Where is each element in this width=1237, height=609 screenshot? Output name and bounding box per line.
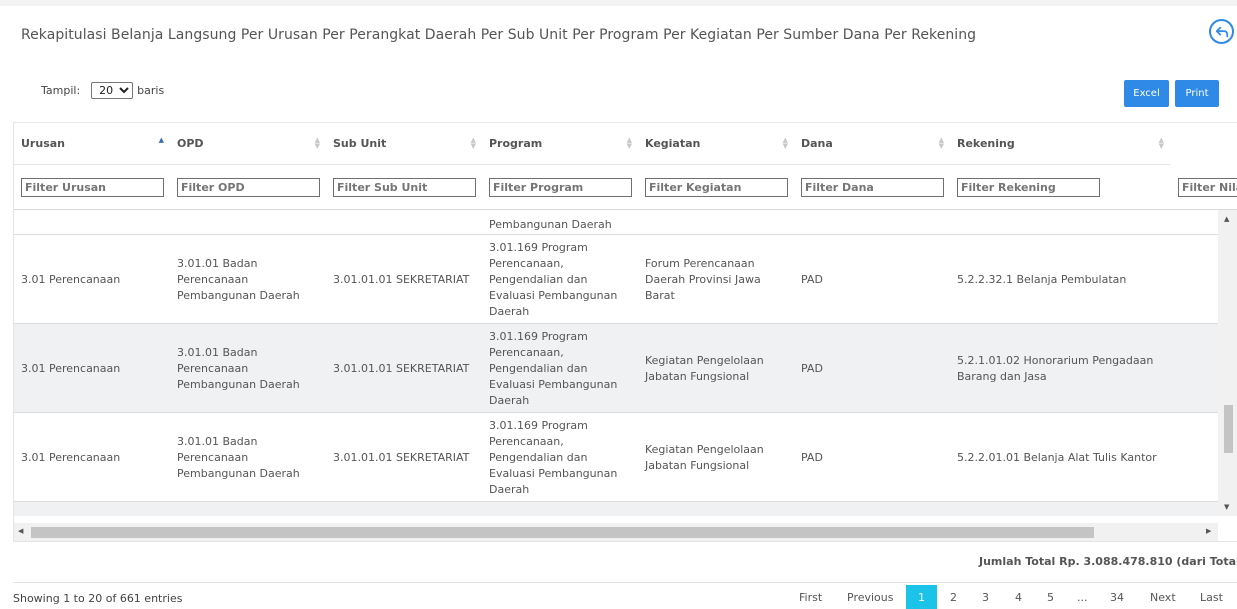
entries-info: Showing 1 to 20 of 661 entries bbox=[13, 592, 183, 605]
pagination-previous[interactable]: Previous bbox=[847, 586, 894, 608]
sort-icon: ▲ ▼ bbox=[470, 136, 476, 150]
scroll-right-icon[interactable]: ▶ bbox=[1206, 527, 1211, 535]
total-summary: Jumlah Total Rp. 3.088.478.810 (dari Tot… bbox=[979, 555, 1237, 568]
cell-rekening: 5.2.2.01.01 Belanja Alat Tulis Kantor bbox=[957, 450, 1157, 464]
column-header-program[interactable]: Program ▲ ▼ bbox=[482, 123, 638, 165]
column-header-label: Dana bbox=[801, 137, 833, 150]
column-header-label: Kegiatan bbox=[645, 137, 701, 150]
sort-icon: ▲ ▼ bbox=[1158, 136, 1164, 150]
cell-program: Pembangunan Daerah bbox=[489, 218, 612, 231]
back-arrow-icon bbox=[1215, 26, 1228, 37]
pagination-page[interactable]: 4 bbox=[1015, 586, 1022, 608]
pagination-last[interactable]: Last bbox=[1200, 586, 1223, 608]
column-header-label: Rekening bbox=[957, 137, 1015, 150]
sort-asc-icon: ▲ bbox=[158, 136, 164, 144]
print-button[interactable]: Print bbox=[1175, 80, 1219, 107]
column-header-label: Program bbox=[489, 137, 543, 150]
cell-kegiatan: Kegiatan Pengelolaan Jabatan Fungsional bbox=[645, 353, 764, 383]
cell-subunit: 3.01.01.01 SEKRETARIAT bbox=[333, 272, 470, 286]
page-title: Rekapitulasi Belanja Langsung Per Urusan… bbox=[21, 27, 977, 43]
sort-icon: ▲ ▼ bbox=[626, 136, 632, 150]
filter-rekening-input[interactable] bbox=[957, 178, 1100, 197]
sort-icon: ▲ ▼ bbox=[938, 136, 944, 150]
filter-dana-input[interactable] bbox=[801, 178, 944, 197]
table-row[interactable]: 3.01 Perencanaan 3.01.01 Badan Perencana… bbox=[14, 413, 1218, 502]
column-header-label: Sub Unit bbox=[333, 137, 387, 150]
sort-icon: ▲ ▼ bbox=[782, 136, 788, 150]
pagination-first[interactable]: First bbox=[799, 586, 822, 608]
cell-program: 3.01.169 Program Perencanaan, Pengendali… bbox=[489, 240, 618, 318]
cell-opd: ... bbox=[170, 210, 326, 235]
cell-opd: 3.01.01 Badan Perencanaan Pembangunan Da… bbox=[177, 434, 300, 480]
cell-dana: PAD bbox=[801, 450, 823, 464]
table-header: Urusan ▲ OPD ▲ ▼ Sub Unit ▲ ▼ Program ▲ ▼ K… bbox=[14, 122, 1237, 210]
horizontal-scrollbar[interactable]: ◀ ▶ bbox=[14, 523, 1218, 541]
length-label: Tampil: bbox=[41, 84, 81, 97]
cell-dana: PAD bbox=[801, 272, 823, 286]
table-row-partial[interactable]: 3.01.169 Program bbox=[14, 502, 1218, 516]
cell-subunit: 3.01.01.01 SEKRETARIAT bbox=[333, 450, 470, 464]
top-strip bbox=[0, 0, 1237, 6]
cell-rekening: 5.2.2.32.1 Belanja Pembulatan bbox=[957, 272, 1127, 286]
pagination-next[interactable]: Next bbox=[1150, 586, 1176, 608]
filter-program-input[interactable] bbox=[489, 178, 632, 197]
horizontal-scroll-thumb[interactable] bbox=[31, 527, 1094, 538]
cell-kegiatan: Forum Perencanaan Daerah Provinsi Jawa B… bbox=[645, 256, 761, 302]
column-header-subunit[interactable]: Sub Unit ▲ ▼ bbox=[326, 123, 482, 165]
filter-nilai-input[interactable] bbox=[1178, 178, 1237, 197]
vertical-scrollbar[interactable]: ▲ ▼ bbox=[1218, 210, 1237, 516]
length-suffix: baris bbox=[137, 84, 165, 97]
pagination-page[interactable]: 34 bbox=[1110, 586, 1124, 608]
filter-subunit-input[interactable] bbox=[333, 178, 476, 197]
pagination-page[interactable]: 5 bbox=[1047, 586, 1054, 608]
table-row[interactable]: 3.01 Perencanaan 3.01.01 Badan Perencana… bbox=[14, 235, 1218, 324]
column-header-kegiatan[interactable]: Kegiatan ▲ ▼ bbox=[638, 123, 794, 165]
cell-program: 3.01.169 Program Perencanaan, Pengendali… bbox=[489, 329, 618, 407]
table-row[interactable]: 3.01 Perencanaan 3.01.01 Badan Perencana… bbox=[14, 324, 1218, 413]
column-header-label: OPD bbox=[177, 137, 204, 150]
column-header-urusan[interactable]: Urusan ▲ bbox=[14, 123, 170, 165]
cell-urusan: 3.01 Perencanaan bbox=[21, 272, 121, 286]
scroll-down-icon[interactable]: ▼ bbox=[1224, 503, 1229, 511]
cell-program: 3.01.169 Program bbox=[482, 502, 632, 516]
cell-dana: PAD bbox=[801, 361, 823, 375]
column-header-label: Urusan bbox=[21, 137, 65, 150]
filter-kegiatan-input[interactable] bbox=[645, 178, 788, 197]
sort-icon: ▲ ▼ bbox=[314, 136, 320, 150]
cell-opd: 3.01.01 Badan Perencanaan Pembangunan Da… bbox=[177, 256, 300, 302]
cell-urusan: 3.01 Perencanaan bbox=[21, 361, 121, 375]
scroll-left-icon[interactable]: ◀ bbox=[18, 527, 23, 535]
data-table: Urusan ▲ OPD ▲ ▼ Sub Unit ▲ ▼ Program ▲ ▼ K… bbox=[13, 122, 1237, 542]
cell-kegiatan: Kegiatan Pengelolaan Jabatan Fungsional bbox=[645, 442, 764, 472]
filter-urusan-input[interactable] bbox=[21, 178, 164, 197]
vertical-scroll-thumb[interactable] bbox=[1224, 405, 1233, 453]
column-header-dana[interactable]: Dana ▲ ▼ bbox=[794, 123, 950, 165]
cell-subunit: 3.01.01.01 SEKRETARIAT bbox=[333, 361, 470, 375]
filter-opd-input[interactable] bbox=[177, 178, 320, 197]
pagination-ellipsis: ... bbox=[1077, 590, 1088, 604]
cell-urusan: 3.01 Perencanaan bbox=[21, 450, 121, 464]
column-header-rekening[interactable]: Rekening ▲ ▼ bbox=[950, 123, 1170, 165]
column-header-opd[interactable]: OPD ▲ ▼ bbox=[170, 123, 326, 165]
pagination-page[interactable]: 3 bbox=[982, 586, 989, 608]
back-button[interactable] bbox=[1209, 19, 1234, 44]
pagination-page[interactable]: 2 bbox=[950, 586, 957, 608]
cell-opd: 3.01.01 Badan Perencanaan Pembangunan Da… bbox=[177, 345, 300, 391]
length-menu: Tampil: 20 baris bbox=[41, 82, 164, 99]
divider bbox=[13, 582, 1237, 583]
cell-program: 3.01.169 Program Perencanaan, Pengendali… bbox=[489, 418, 618, 496]
cell-rekening: 5.2.1.01.02 Honorarium Pengadaan Barang … bbox=[957, 353, 1154, 383]
table-body: ... Pembangunan Daerah 3.01 Perencanaan … bbox=[14, 210, 1218, 516]
excel-button[interactable]: Excel bbox=[1124, 80, 1169, 107]
divider bbox=[13, 541, 1237, 542]
scroll-up-icon[interactable]: ▲ bbox=[1224, 215, 1229, 223]
table-row-partial[interactable]: ... Pembangunan Daerah bbox=[14, 210, 1218, 235]
pagination-page-current[interactable]: 1 bbox=[906, 585, 937, 609]
page-length-select[interactable]: 20 bbox=[91, 82, 134, 99]
